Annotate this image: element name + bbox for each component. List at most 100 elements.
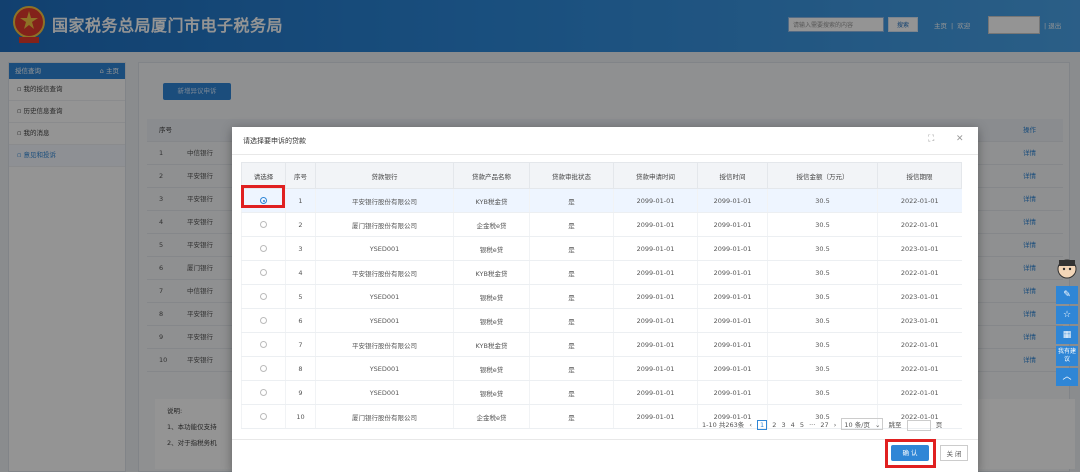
loan-row[interactable]: 6 YSED001 银税e贷是 2099-01-01 2099-01-01 30.5 202… — [241, 308, 962, 333]
loan-cell-credit: 2099-01-01 — [697, 284, 768, 309]
loan-cell-product: 银税e贷 — [453, 356, 530, 381]
page-size-select[interactable]: 10 条/页 ⌄ — [841, 418, 884, 430]
mascot-avatar-icon — [1057, 259, 1077, 279]
loan-cell-apply: 2099-01-01 — [613, 332, 698, 357]
loan-cell-apply: 2099-01-01 — [613, 404, 698, 429]
loan-radio[interactable] — [260, 341, 267, 348]
loan-cell-no: 1 — [285, 188, 316, 213]
loan-cell-bank: YSED001 — [315, 308, 454, 333]
loan-cell-amount: 30.5 — [767, 380, 878, 405]
loan-cell-product: 银税e贷 — [453, 284, 530, 309]
loan-cell-apply: 2099-01-01 — [613, 212, 698, 237]
loan-cell-no: 6 — [285, 308, 316, 333]
loan-cell-no: 2 — [285, 212, 316, 237]
loan-row[interactable]: 1 平安银行股份有限公司 KYB税金贷是 2099-01-01 2099-01-01 30… — [241, 188, 962, 213]
loan-cell-product: KYB税金贷 — [453, 188, 530, 213]
loan-radio[interactable] — [260, 269, 267, 276]
loan-cell-bank: 平安银行股份有限公司 — [315, 260, 454, 285]
loan-cell-bank: YSED001 — [315, 236, 454, 261]
loan-cell-status: 是 — [529, 188, 614, 213]
loan-cell-amount: 30.5 — [767, 356, 878, 381]
loan-cell-bank: 平安银行股份有限公司 — [315, 188, 454, 213]
loan-radio[interactable] — [260, 221, 267, 228]
page-5[interactable]: 5 — [800, 421, 804, 429]
loan-cell-amount: 30.5 — [767, 332, 878, 357]
close-icon[interactable]: ✕ — [956, 134, 964, 144]
loan-row[interactable]: 8 YSED001 银税e贷是 2099-01-01 2099-01-01 30.5 202… — [241, 356, 962, 381]
loan-cell-term: 2022-01-01 — [877, 332, 962, 357]
loan-cell-term: 2023-01-01 — [877, 308, 962, 333]
loan-cell-credit: 2099-01-01 — [697, 260, 768, 285]
loan-cell-term: 2023-01-01 — [877, 236, 962, 261]
loan-cell-term: 2022-01-01 — [877, 212, 962, 237]
loan-cell-no: 5 — [285, 284, 316, 309]
loan-cell-credit: 2099-01-01 — [697, 356, 768, 381]
goto-label: 跳至 — [888, 421, 902, 429]
loan-select-dialog: 请选择要申诉的贷款 ⛶ ✕ 请选择 序号 贷款银行 贷款产品名称 贷款审批状态 … — [232, 127, 978, 472]
loan-cell-bank: YSED001 — [315, 380, 454, 405]
page-3[interactable]: 3 — [781, 421, 785, 429]
loan-cell-apply: 2099-01-01 — [613, 236, 698, 261]
page-current[interactable]: 1 — [757, 420, 768, 430]
loan-cell-product: 银税e贷 — [453, 236, 530, 261]
goto-page-input[interactable] — [906, 419, 931, 431]
loan-cell-product: 银税e贷 — [453, 308, 530, 333]
prev-page-icon[interactable]: ‹ — [749, 421, 752, 429]
loan-row[interactable]: 3 YSED001 银税e贷是 2099-01-01 2099-01-01 30.5 202… — [241, 236, 962, 261]
floating-toolbar: ✎ ☆ ▦ 我有建议 ︿ — [1054, 258, 1080, 388]
loan-cell-amount: 30.5 — [767, 236, 878, 261]
loan-radio[interactable] — [260, 413, 267, 420]
loan-cell-apply: 2099-01-01 — [613, 308, 698, 333]
favorite-star-icon[interactable]: ☆ — [1056, 306, 1078, 324]
loan-row[interactable]: 7 平安银行股份有限公司 KYB税金贷是 2099-01-01 2099-01-01 30… — [241, 332, 962, 357]
loan-cell-product: KYB税金贷 — [453, 332, 530, 357]
loan-radio[interactable] — [260, 245, 267, 252]
page-4[interactable]: 4 — [791, 421, 795, 429]
loan-cell-no: 10 — [285, 404, 316, 429]
page-last[interactable]: 27 — [820, 421, 828, 429]
pagination: 1-10 共263条 ‹ 1 2 3 4 5 ··· 27 › 10 条/页 ⌄… — [702, 418, 945, 431]
loan-cell-product: KYB税金贷 — [453, 260, 530, 285]
next-page-icon[interactable]: › — [834, 421, 837, 429]
feedback-icon[interactable]: ✎ — [1056, 286, 1078, 304]
loan-cell-amount: 30.5 — [767, 260, 878, 285]
loan-cell-credit: 2099-01-01 — [697, 332, 768, 357]
loan-cell-amount: 30.5 — [767, 308, 878, 333]
loan-row[interactable]: 4 平安银行股份有限公司 KYB税金贷是 2099-01-01 2099-01-01 30… — [241, 260, 962, 285]
loan-cell-term: 2022-01-01 — [877, 260, 962, 285]
loan-row[interactable]: 5 YSED001 银税e贷是 2099-01-01 2099-01-01 30.5 202… — [241, 284, 962, 309]
loan-cell-status: 是 — [529, 356, 614, 381]
loan-cell-term: 2022-01-01 — [877, 188, 962, 213]
loan-cell-status: 是 — [529, 308, 614, 333]
loan-cell-apply: 2099-01-01 — [613, 380, 698, 405]
loan-radio[interactable] — [260, 317, 267, 324]
scroll-top-icon[interactable]: ︿ — [1056, 368, 1078, 386]
loan-cell-apply: 2099-01-01 — [613, 356, 698, 381]
calculator-icon[interactable]: ▦ — [1056, 326, 1078, 344]
loan-row[interactable]: 9 YSED001 银税e贷是 2099-01-01 2099-01-01 30.5 202… — [241, 380, 962, 405]
page-ellipsis[interactable]: ··· — [809, 421, 815, 429]
loan-cell-amount: 30.5 — [767, 188, 878, 213]
loan-cell-no: 3 — [285, 236, 316, 261]
suggestion-button[interactable]: 我有建议 — [1056, 346, 1078, 366]
loan-cell-status: 是 — [529, 260, 614, 285]
loan-radio[interactable] — [260, 389, 267, 396]
loan-cell-apply: 2099-01-01 — [613, 188, 698, 213]
loan-cell-term: 2023-01-01 — [877, 284, 962, 309]
loan-table-header: 请选择 序号 贷款银行 贷款产品名称 贷款审批状态 贷款申请时间 授信时间 授信… — [241, 162, 962, 189]
dialog-close-button[interactable]: 关 闭 — [940, 445, 968, 461]
loan-cell-product: 企金税e贷 — [453, 212, 530, 237]
page-2[interactable]: 2 — [772, 421, 776, 429]
loan-cell-bank: 平安银行股份有限公司 — [315, 332, 454, 357]
loan-radio[interactable] — [260, 365, 267, 372]
loan-cell-bank: YSED001 — [315, 356, 454, 381]
confirm-button-highlight — [885, 439, 936, 468]
loan-radio[interactable] — [260, 293, 267, 300]
dialog-title: 请选择要申诉的贷款 — [243, 137, 306, 145]
maximize-icon[interactable]: ⛶ — [928, 134, 934, 144]
loan-cell-term: 2022-01-01 — [877, 380, 962, 405]
loan-cell-credit: 2099-01-01 — [697, 212, 768, 237]
loan-cell-status: 是 — [529, 284, 614, 309]
loan-cell-amount: 30.5 — [767, 212, 878, 237]
loan-row[interactable]: 2 厦门银行股份有限公司 企金税e贷是 2099-01-01 2099-01-01 30.… — [241, 212, 962, 237]
